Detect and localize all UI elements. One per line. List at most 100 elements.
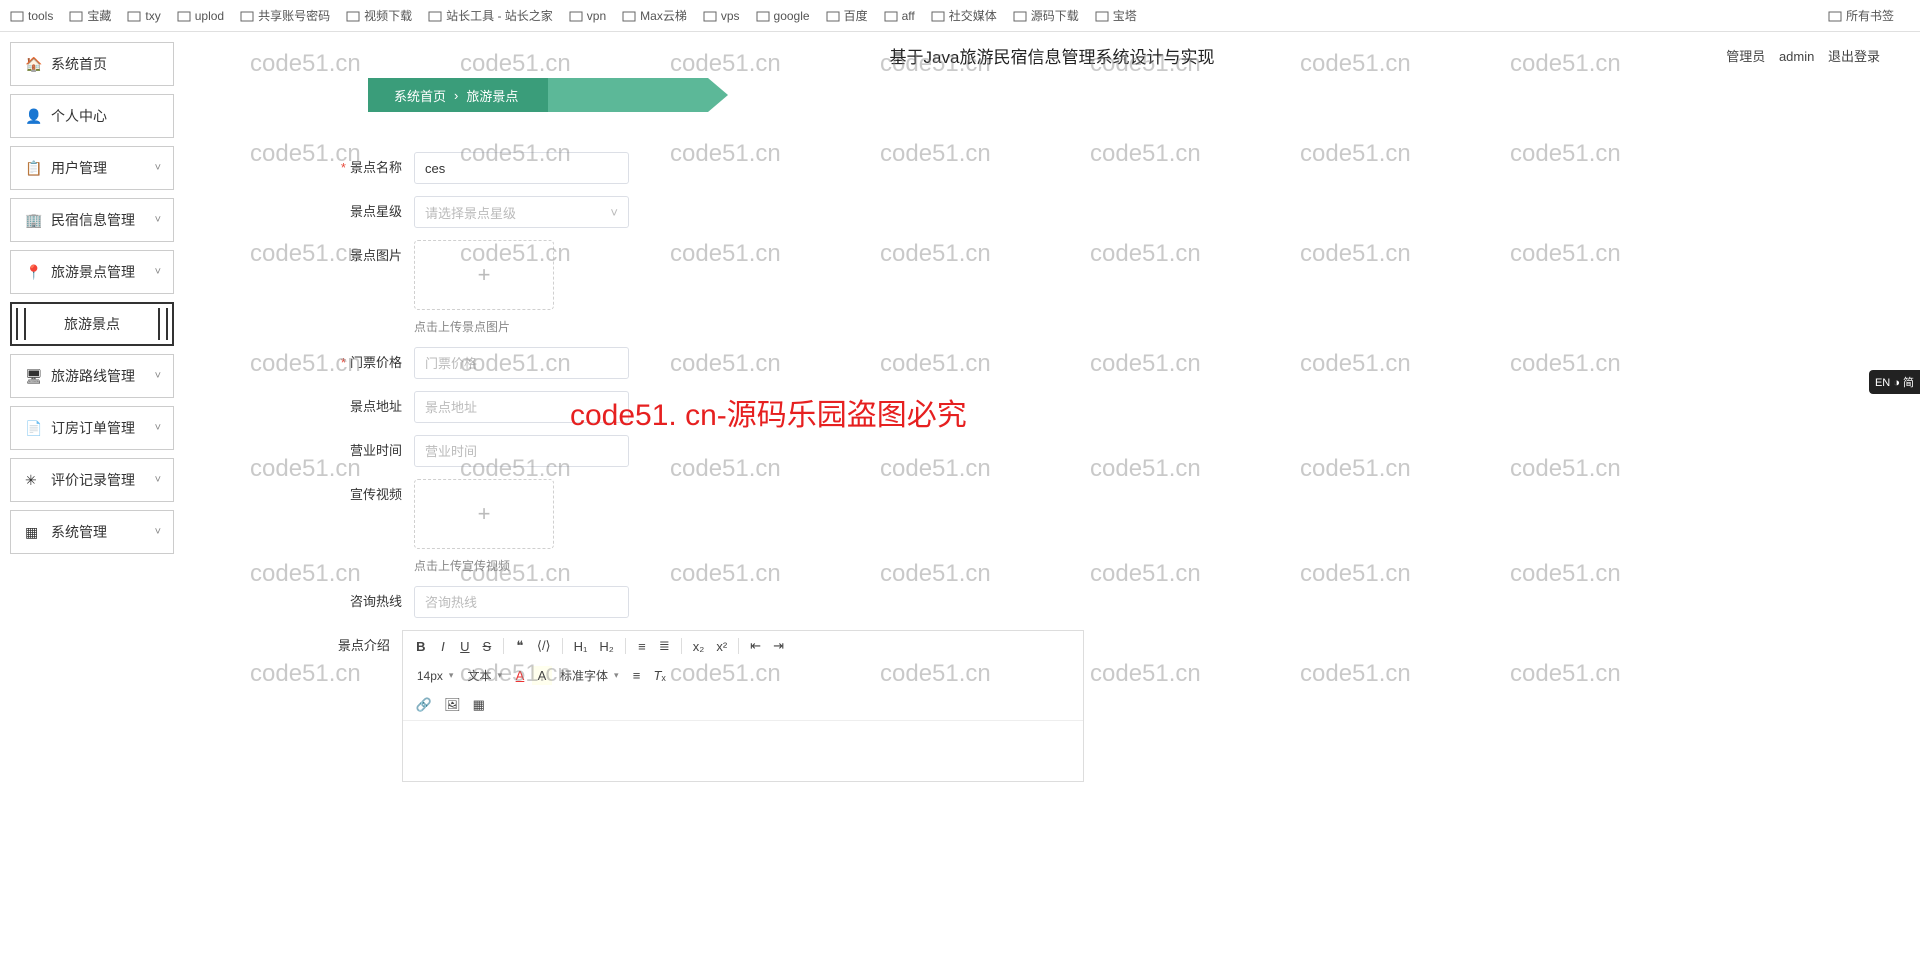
video-label: 宣传视频 — [284, 479, 414, 511]
phone-label: 咨询热线 — [284, 586, 414, 618]
link-button[interactable]: 🔗 — [411, 694, 437, 716]
folder-icon — [569, 9, 583, 23]
sidebar-item[interactable]: 📋用户管理˅ — [10, 146, 174, 190]
ime-indicator[interactable]: EN ◑ 简 — [1869, 370, 1920, 394]
chevron-down-icon: ˅ — [155, 266, 161, 278]
folder-icon — [346, 9, 360, 23]
bold-button[interactable]: B — [411, 636, 431, 657]
sidebar-item[interactable]: 🏢民宿信息管理˅ — [10, 198, 174, 242]
image-button[interactable]: 🖼 — [439, 694, 466, 716]
strike-button[interactable]: S — [477, 636, 497, 657]
bookmark-item[interactable]: tools — [10, 7, 53, 24]
sup-button[interactable]: x² — [711, 636, 732, 657]
folder-icon — [69, 9, 83, 23]
name-input[interactable] — [414, 152, 629, 184]
bookmark-item[interactable]: txy — [127, 7, 160, 24]
bookmark-item[interactable]: google — [756, 7, 810, 24]
plus-icon: + — [478, 262, 491, 288]
address-input[interactable] — [414, 391, 629, 423]
user-name: admin — [1779, 49, 1814, 64]
page-header: 基于Java旅游民宿信息管理系统设计与实现 管理员 admin 退出登录 — [184, 32, 1920, 78]
bookmark-item[interactable]: 源码下载 — [1013, 7, 1079, 24]
menu-icon: 🏢 — [25, 212, 41, 229]
bookmark-item[interactable]: uplod — [177, 7, 224, 24]
bookmark-item[interactable]: aff — [884, 7, 915, 24]
ul-button[interactable]: ≣ — [654, 635, 675, 657]
indent-button[interactable]: ⇤ — [745, 635, 766, 657]
underline-button[interactable]: U — [455, 636, 475, 657]
level-select[interactable]: 请选择景点星级 ˅ — [414, 196, 629, 228]
sidebar-item[interactable]: 👤个人中心 — [10, 94, 174, 138]
bookmark-bar: tools 宝藏 txy uplod 共享账号密码视频下载站长工具 - 站长之家 vpn M… — [0, 0, 1920, 32]
folder-icon — [1013, 9, 1027, 23]
video-upload[interactable]: + — [414, 479, 554, 549]
folder-icon — [127, 9, 141, 23]
video-hint: 点击上传宣传视频 — [414, 557, 554, 574]
form: 景点名称 景点星级 请选择景点星级 ˅ 景点图片 + 点击上传景点图片 门票价格 — [184, 112, 1084, 782]
menu-icon: 👤 — [25, 108, 41, 125]
code-button[interactable]: ⟨/⟩ — [532, 635, 556, 657]
address-label: 景点地址 — [284, 391, 414, 423]
bookmark-item[interactable]: 百度 — [826, 7, 868, 24]
sidebar-item[interactable]: 🏠系统首页 — [10, 42, 174, 86]
outdent-button[interactable]: ⇥ — [768, 635, 789, 657]
rich-editor: B I U S ❝ ⟨/⟩ H₁ H₂ ≡ ≣ x₂ — [402, 630, 1084, 782]
text-color-button[interactable]: A — [510, 665, 530, 686]
sidebar-item[interactable]: ▦系统管理˅ — [10, 510, 174, 554]
paragraph-select[interactable]: 文本 — [461, 665, 508, 686]
ol-button[interactable]: ≡ — [632, 636, 652, 657]
breadcrumb-current: 旅游景点 — [466, 86, 518, 105]
breadcrumb: 系统首页 › 旅游景点 — [368, 78, 1920, 112]
sidebar-item[interactable]: ✳评价记录管理˅ — [10, 458, 174, 502]
bg-color-button[interactable]: A — [532, 666, 552, 685]
fontfamily-select[interactable]: 标准字体 — [554, 665, 625, 686]
breadcrumb-root[interactable]: 系统首页 — [394, 86, 446, 105]
folder-icon — [826, 9, 840, 23]
bookmark-item[interactable]: 社交媒体 — [931, 7, 997, 24]
folder-icon — [1828, 9, 1842, 23]
plus-icon: + — [478, 501, 491, 527]
sidebar-item[interactable]: 旅游景点 — [10, 302, 174, 346]
user-role: 管理员 — [1726, 49, 1765, 64]
editor-body[interactable] — [403, 721, 1083, 781]
bookmark-all[interactable]: 所有书签 — [1828, 7, 1894, 24]
bookmark-item[interactable]: 视频下载 — [346, 7, 412, 24]
bookmark-item[interactable]: 宝塔 — [1095, 7, 1137, 24]
sidebar-item[interactable]: 📄订房订单管理˅ — [10, 406, 174, 450]
bookmark-item[interactable]: 宝藏 — [69, 7, 111, 24]
level-label: 景点星级 — [284, 196, 414, 228]
phone-input[interactable] — [414, 586, 629, 618]
clear-format-button[interactable]: Tₓ — [649, 665, 671, 686]
chevron-down-icon: ˅ — [155, 422, 161, 434]
bookmark-item[interactable]: Max云梯 — [622, 7, 687, 24]
image-upload[interactable]: + — [414, 240, 554, 310]
align-button[interactable]: ≡ — [627, 665, 647, 686]
sub-button[interactable]: x₂ — [688, 636, 710, 657]
h1-button[interactable]: H₁ — [569, 636, 593, 657]
price-input[interactable] — [414, 347, 629, 379]
sidebar-item[interactable]: 📍旅游景点管理˅ — [10, 250, 174, 294]
chevron-down-icon: ˅ — [155, 370, 161, 382]
intro-label: 景点介绍 — [284, 630, 402, 662]
video-button[interactable]: ▦ — [468, 694, 490, 716]
chevron-down-icon: ˅ — [610, 205, 618, 220]
chevron-down-icon: ˅ — [155, 214, 161, 226]
italic-button[interactable]: I — [433, 636, 453, 657]
h2-button[interactable]: H₂ — [594, 636, 618, 657]
bookmark-item[interactable]: vps — [703, 7, 740, 24]
bookmark-item[interactable]: 共享账号密码 — [240, 7, 330, 24]
logout-link[interactable]: 退出登录 — [1828, 49, 1880, 64]
fontsize-select[interactable]: 14px — [411, 667, 460, 685]
bookmark-item[interactable]: 站长工具 - 站长之家 — [428, 7, 553, 24]
hours-input[interactable] — [414, 435, 629, 467]
folder-icon — [756, 9, 770, 23]
chevron-down-icon: ˅ — [155, 526, 161, 538]
quote-button[interactable]: ❝ — [510, 635, 530, 657]
sidebar-item[interactable]: 🖥旅游路线管理˅ — [10, 354, 174, 398]
folder-icon — [703, 9, 717, 23]
bookmark-item[interactable]: vpn — [569, 7, 606, 24]
menu-icon: 📍 — [25, 264, 41, 281]
chevron-down-icon: ˅ — [155, 162, 161, 174]
page-title: 基于Java旅游民宿信息管理系统设计与实现 — [890, 43, 1215, 68]
folder-icon — [428, 9, 442, 23]
